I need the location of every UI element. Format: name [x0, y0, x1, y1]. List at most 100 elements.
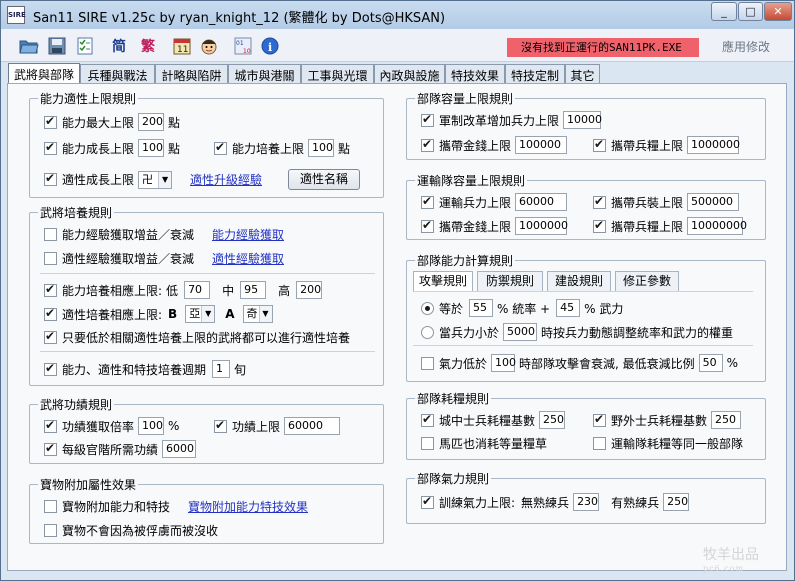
train-relation-checkbox[interactable]	[44, 282, 57, 297]
checklist-icon[interactable]	[74, 35, 96, 57]
treasure-effect-link[interactable]: 寶物附加能力特技效果	[188, 498, 308, 515]
merit-rate-checkbox[interactable]	[44, 418, 57, 433]
minimize-button[interactable]: _	[711, 2, 737, 21]
city-consume-input[interactable]: 250	[539, 411, 566, 429]
subtab-build[interactable]: 建設規則	[547, 271, 611, 291]
save-icon[interactable]	[46, 35, 68, 57]
treasure-keep-checkbox[interactable]	[44, 524, 57, 537]
equal-radio[interactable]	[421, 301, 434, 315]
dynamic-input[interactable]: 5000	[503, 323, 538, 341]
field-consume-input[interactable]: 250	[711, 411, 742, 429]
high-input[interactable]: 200	[296, 281, 323, 299]
calendar-icon[interactable]: 11	[171, 35, 193, 57]
rank-merit-checkbox[interactable]	[44, 441, 57, 456]
tab-works-aura[interactable]: 工事與光環	[301, 64, 374, 84]
tab-domestic-facilities[interactable]: 內政與設施	[374, 64, 445, 84]
carry-gold-input[interactable]: 100000	[515, 136, 568, 154]
carry-food-input[interactable]: 1000000	[687, 136, 740, 154]
aptitude-growth-select[interactable]: 卍 ▼	[138, 170, 173, 189]
carry-gold-checkbox[interactable]	[421, 137, 434, 152]
ability-train-checkbox[interactable]	[214, 140, 227, 155]
subtab-defense[interactable]: 防禦規則	[477, 271, 543, 291]
apply-changes-button[interactable]: 應用修改	[707, 38, 785, 57]
force-input[interactable]: 45	[556, 299, 581, 317]
svg-text:11: 11	[177, 45, 188, 55]
ability-growth-input[interactable]: 100	[138, 139, 165, 157]
transport-troops-checkbox[interactable]	[421, 194, 434, 209]
aptitude-exp-row: 適性經驗獲取增益／衰減 適性經驗獲取	[44, 250, 284, 267]
morale-limit-checkbox[interactable]	[421, 494, 434, 509]
tab-other[interactable]: 其它	[565, 64, 600, 84]
a-select[interactable]: 奇 ▼	[242, 305, 273, 323]
subtab-params[interactable]: 修正參數	[615, 271, 679, 291]
treasure-add-checkbox[interactable]	[44, 500, 57, 513]
unit-label: 旬	[234, 362, 247, 377]
ability-exp-checkbox[interactable]	[44, 228, 57, 241]
simplified-icon[interactable]: 简	[108, 35, 130, 57]
morale-decay-checkbox[interactable]	[421, 356, 434, 370]
tab-skill-effects[interactable]: 特技效果	[445, 64, 505, 84]
dynamic-post-label: 時按兵力動態調整統率和武力的權重	[541, 325, 734, 340]
transport-troops-input[interactable]: 60000	[515, 193, 568, 211]
lead-input[interactable]: 55	[469, 299, 494, 317]
ability-train-input[interactable]: 100	[308, 139, 335, 157]
apt-relation-checkbox[interactable]	[44, 306, 57, 321]
close-button[interactable]: ✕	[764, 2, 792, 21]
transport-gold-input[interactable]: 1000000	[515, 217, 568, 235]
face-icon[interactable]	[198, 35, 220, 57]
transport-food-input[interactable]: 10000000	[687, 217, 747, 235]
svg-text:i: i	[268, 41, 272, 54]
mid-input[interactable]: 95	[240, 281, 267, 299]
max-ability-input[interactable]: 200	[138, 113, 165, 131]
b-select[interactable]: 亞 ▼	[185, 305, 216, 323]
tab-cities-ports[interactable]: 城市與港關	[228, 64, 301, 84]
merit-limit-checkbox[interactable]	[214, 418, 227, 433]
unit-label: 點	[168, 141, 181, 156]
only-below-checkbox[interactable]	[44, 329, 57, 344]
transport-food-label: 攜帶兵糧上限	[611, 219, 684, 234]
untrained-input[interactable]: 230	[573, 493, 600, 511]
merit-limit-input[interactable]: 60000	[284, 417, 341, 435]
cycle-input[interactable]: 1	[212, 360, 231, 378]
maximize-button[interactable]: □	[738, 2, 763, 21]
tab-troops-tactics[interactable]: 兵種與戰法	[80, 64, 155, 84]
city-consume-checkbox[interactable]	[421, 412, 434, 427]
reform-row: 軍制改革增加兵力上限 10000	[421, 111, 605, 129]
tab-skill-custom[interactable]: 特技定制	[505, 64, 565, 84]
rank-merit-input[interactable]: 6000	[162, 440, 197, 458]
transport-weapons-input[interactable]: 500000	[687, 193, 740, 211]
dynamic-radio[interactable]	[421, 325, 434, 339]
aptitude-exp-link[interactable]: 適性升級經驗	[190, 171, 262, 188]
reform-checkbox[interactable]	[421, 112, 434, 127]
reform-input[interactable]: 10000	[563, 111, 602, 129]
aptitude-growth-label: 適性成長上限	[62, 173, 135, 187]
merit-rate-input[interactable]: 100	[138, 417, 165, 435]
aptitude-exp-checkbox[interactable]	[44, 252, 57, 265]
ability-exp-link[interactable]: 能力經驗獲取	[212, 226, 284, 243]
numbers-icon[interactable]: 01 10	[232, 35, 254, 57]
transport-food-checkbox[interactable]	[593, 218, 606, 233]
morale-threshold-input[interactable]: 100	[491, 354, 516, 372]
cycle-checkbox[interactable]	[44, 361, 57, 376]
aptitude-growth-checkbox[interactable]	[44, 171, 57, 186]
info-icon[interactable]: i	[259, 35, 281, 57]
horse-consume-checkbox[interactable]	[421, 437, 434, 450]
tab-schemes-traps[interactable]: 計略與陷阱	[155, 64, 228, 84]
transport-consume-checkbox[interactable]	[593, 437, 606, 450]
transport-gold-checkbox[interactable]	[421, 218, 434, 233]
aptitude-name-button[interactable]: 適性名稱	[288, 169, 361, 190]
subtab-attack[interactable]: 攻擊規則	[413, 271, 473, 291]
field-consume-checkbox[interactable]	[593, 412, 606, 427]
open-folder-icon[interactable]	[18, 35, 40, 57]
ability-train-row: 能力培養上限 100 點	[214, 139, 350, 157]
max-ability-checkbox[interactable]	[44, 114, 57, 129]
tab-generals-units[interactable]: 武將與部隊	[8, 63, 80, 85]
traditional-icon[interactable]: 繁	[137, 35, 159, 57]
morale-ratio-input[interactable]: 50	[698, 354, 723, 372]
aptitude-exp-link-2[interactable]: 適性經驗獲取	[212, 250, 284, 267]
ability-growth-checkbox[interactable]	[44, 140, 57, 155]
transport-weapons-checkbox[interactable]	[593, 194, 606, 209]
trained-input[interactable]: 250	[663, 493, 690, 511]
low-input[interactable]: 70	[184, 281, 211, 299]
carry-food-checkbox[interactable]	[593, 137, 606, 152]
